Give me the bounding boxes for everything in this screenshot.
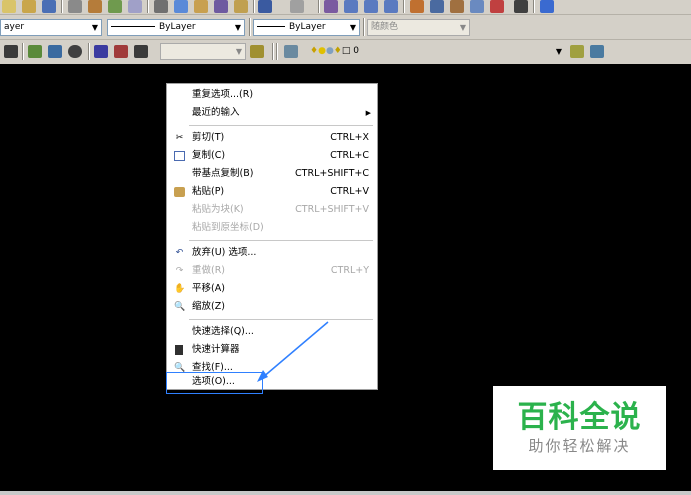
design-center-icon[interactable] — [430, 0, 444, 13]
menu-item-zoom[interactable]: 🔍 缩放(Z) — [167, 298, 377, 316]
options-highlight-box — [166, 372, 263, 394]
publish-icon[interactable] — [108, 0, 122, 13]
print-icon[interactable] — [68, 0, 82, 13]
match-properties-icon[interactable] — [214, 0, 228, 13]
chevron-down-icon: ▼ — [349, 23, 356, 32]
zoom-icon: 🔍 — [174, 302, 186, 312]
chevron-down-icon: ▼ — [91, 23, 98, 32]
menu-item-copy-with-base[interactable]: 带基点复制(B) CTRL+SHIFT+C — [167, 165, 377, 183]
plot-style-combo-value: 随颜色 — [371, 22, 399, 32]
target-icon[interactable] — [68, 45, 82, 58]
standard-toolbar — [0, 0, 691, 15]
menu-item-copy[interactable]: 复制(C) CTRL+C — [167, 147, 377, 165]
watermark-subtitle: 助你轻松解决 — [528, 437, 631, 455]
named-views-icon[interactable] — [28, 45, 42, 58]
plot-preview-icon[interactable] — [88, 0, 102, 13]
layer-control-combo[interactable]: ♦●●♦□ 0 ▼ — [306, 43, 566, 60]
undo-icon[interactable] — [258, 0, 272, 13]
3d-dwf-icon[interactable] — [128, 0, 142, 13]
copy-icon — [174, 151, 185, 161]
pan-icon[interactable] — [324, 0, 338, 13]
dim-style-icon[interactable] — [114, 45, 128, 58]
layer-previous-icon[interactable] — [590, 45, 604, 58]
watermark-title: 百科全说 — [517, 400, 642, 435]
menu-item-recent-input[interactable]: 最近的输入 ▶ — [167, 104, 377, 122]
copy-icon[interactable] — [174, 0, 188, 13]
layer-name: 0 — [353, 46, 359, 56]
scissors-icon: ✂ — [175, 133, 184, 143]
context-menu: 重复选项...(R) 最近的输入 ▶ ✂ 剪切(T) CTRL+X 复制(C) … — [166, 83, 378, 390]
block-editor-icon[interactable] — [234, 0, 248, 13]
calculator-icon[interactable] — [514, 0, 528, 13]
chevron-down-icon: ▼ — [235, 47, 242, 56]
submenu-arrow-icon: ▶ — [365, 109, 371, 117]
layers-toolbar: ▼ ♦●●♦□ 0 ▼ — [0, 40, 691, 63]
table-style-icon[interactable] — [134, 45, 148, 58]
layer-combo-value: ayer — [4, 22, 25, 32]
menu-item-paste-original[interactable]: 粘贴到原坐标(D) — [167, 219, 377, 237]
zoom-realtime-icon[interactable] — [344, 0, 358, 13]
linetype-combo[interactable]: ByLayer ▼ — [107, 19, 245, 36]
style-combo[interactable]: ▼ — [160, 43, 246, 60]
menu-item-paste[interactable]: 粘贴(P) CTRL+V — [167, 183, 377, 201]
layer-properties-icon[interactable] — [284, 45, 298, 58]
layer-combo[interactable]: ayer ▼ — [0, 19, 102, 36]
zoom-window-icon[interactable] — [364, 0, 378, 13]
redo-icon[interactable] — [290, 0, 304, 13]
watermark: 百科全说 助你轻松解决 — [493, 386, 666, 470]
redo-icon: ↷ — [175, 266, 184, 276]
paste-icon — [174, 187, 185, 197]
menu-item-paste-as-block[interactable]: 粘贴为块(K) CTRL+SHIFT+V — [167, 201, 377, 219]
chevron-down-icon: ▼ — [459, 23, 466, 32]
status-edge — [0, 491, 691, 495]
make-current-icon[interactable] — [570, 45, 584, 58]
new-file-icon[interactable] — [2, 0, 16, 13]
menu-item-pan[interactable]: ✋ 平移(A) — [167, 280, 377, 298]
undo-icon: ↶ — [175, 248, 184, 258]
properties-icon[interactable] — [410, 0, 424, 13]
viewport-icon[interactable] — [48, 45, 62, 58]
chevron-down-icon: ▼ — [234, 23, 241, 32]
paste-icon[interactable] — [194, 0, 208, 13]
menu-item-cut[interactable]: ✂ 剪切(T) CTRL+X — [167, 129, 377, 147]
menu-item-repeat[interactable]: 重复选项...(R) — [167, 86, 377, 104]
calculator-icon — [175, 345, 183, 355]
menu-item-quick-select[interactable]: 快速选择(Q)... — [167, 323, 377, 341]
properties-toolbar: ayer ▼ ByLayer ▼ ByLayer ▼ 随颜色 ▼ — [0, 15, 691, 40]
lineweight-combo[interactable]: ByLayer ▼ — [253, 19, 360, 36]
text-style-icon[interactable] — [94, 45, 108, 58]
pan-icon: ✋ — [174, 284, 186, 294]
save-icon[interactable] — [42, 0, 56, 13]
linetype-combo-value: ByLayer — [159, 22, 196, 32]
chevron-down-icon: ▼ — [555, 47, 562, 56]
toolbar-area: ayer ▼ ByLayer ▼ ByLayer ▼ 随颜色 ▼ ▼ ♦●●♦□… — [0, 0, 691, 64]
menu-item-undo[interactable]: ↶ 放弃(U) 选项... — [167, 244, 377, 262]
menu-item-redo[interactable]: ↷ 重做(R) CTRL+Y — [167, 262, 377, 280]
cut-icon[interactable] — [154, 0, 168, 13]
zoom-previous-icon[interactable] — [384, 0, 398, 13]
open-file-icon[interactable] — [22, 0, 36, 13]
menu-item-quick-calc[interactable]: 快速计算器 — [167, 341, 377, 359]
tool-palettes-icon[interactable] — [450, 0, 464, 13]
sheet-set-icon[interactable] — [470, 0, 484, 13]
markup-icon[interactable] — [490, 0, 504, 13]
multileader-icon[interactable] — [250, 45, 264, 58]
help-icon[interactable] — [540, 0, 554, 13]
lineweight-combo-value: ByLayer — [289, 22, 326, 32]
plot-style-combo[interactable]: 随颜色 ▼ — [367, 19, 470, 36]
dimension-icon[interactable] — [4, 45, 18, 58]
